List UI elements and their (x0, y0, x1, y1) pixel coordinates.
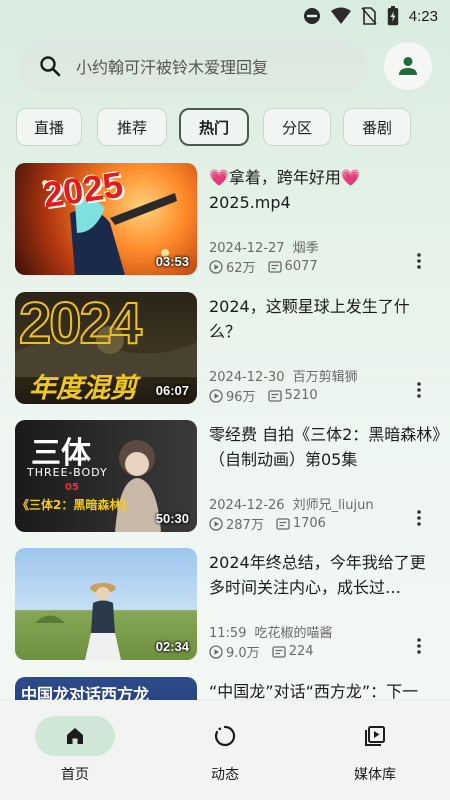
video-date: 2024-12-27 (209, 241, 285, 256)
video-meta: 2024-12-27 烟季 (209, 237, 319, 256)
more-options-icon[interactable] (413, 380, 425, 400)
view-count: 96万 (226, 390, 256, 405)
danmaku-count: 224 (288, 644, 314, 659)
video-thumbnail[interactable]: 中国龙对话西方龙 (15, 677, 197, 700)
danmaku-icon (276, 517, 290, 530)
video-list[interactable]: 2025 03:53 💗拿着，跨年好用💗2025.mp4 2024-12-27 烟… (0, 160, 450, 700)
danmaku-icon (267, 389, 282, 402)
video-item[interactable]: 中国龙对话西方龙 “中国龙”对话“西方龙”：下一 (0, 677, 450, 700)
tab-bangumi[interactable]: 番剧 (343, 108, 411, 146)
tab-live[interactable]: 直播 (16, 108, 82, 146)
nav-media-library-label: 媒体库 (354, 767, 396, 783)
video-stats: 287万 1706 (209, 514, 326, 533)
video-thumbnail[interactable]: 三体 THREE-BODY 05 《三体2：黑暗森林》 50:30 (15, 420, 197, 532)
nav-home-label: 首页 (61, 767, 89, 783)
danmaku-count: 5210 (284, 388, 318, 403)
tab-label: 直播 (33, 118, 64, 137)
video-title[interactable]: 💗拿着，跨年好用💗2025.mp4 (209, 165, 441, 215)
play-count-icon (209, 388, 223, 403)
video-item[interactable]: 2024 年度混剪 06:07 2024，这颗星球上发生了什么？ 2024-12… (0, 292, 450, 407)
nav-home-pill (35, 716, 115, 756)
nav-dynamic[interactable]: 动态 (150, 700, 300, 800)
tab-sections[interactable]: 分区 (263, 108, 331, 146)
video-date: 11:59 (209, 626, 247, 641)
video-item[interactable]: 02:34 2024年终总结，今年我给了更多时间关注内心，成长过… 11:59 吃… (0, 548, 450, 663)
tab-label: 分区 (281, 118, 312, 137)
play-count-icon (209, 644, 223, 659)
video-stats: 9.0万 224 (209, 642, 314, 661)
video-author: 吃花椒的喵酱 (254, 626, 333, 641)
video-item[interactable]: 三体 THREE-BODY 05 《三体2：黑暗森林》 50:30 零经费 自拍… (0, 420, 450, 535)
more-options-icon[interactable] (413, 508, 425, 528)
media-library-icon (365, 726, 385, 746)
video-author: 刘师兄_liujun (292, 498, 374, 513)
profile-button[interactable] (384, 42, 432, 90)
view-count: 62万 (226, 261, 256, 276)
video-thumbnail[interactable]: 2025 03:53 (15, 163, 197, 275)
person-icon (399, 57, 417, 75)
tab-popular[interactable]: 热门 (179, 108, 249, 146)
view-count: 287万 (226, 518, 264, 533)
video-item[interactable]: 2025 03:53 💗拿着，跨年好用💗2025.mp4 2024-12-27 烟… (0, 163, 450, 278)
video-meta: 11:59 吃花椒的喵酱 (209, 622, 332, 641)
search-icon (40, 56, 61, 77)
thumbnail-subtitle: 《三体2：黑暗森林》 (17, 498, 134, 512)
bottom-navigation: 首页 动态 媒体库 (0, 700, 450, 800)
nav-media-library-pill (335, 716, 415, 756)
video-title[interactable]: 2024，这颗星球上发生了什么？ (209, 294, 441, 344)
nav-home[interactable]: 首页 (0, 700, 150, 800)
video-date: 2024-12-26 (209, 498, 285, 513)
status-time: 4:23 (408, 7, 438, 25)
tab-label: 热门 (198, 118, 229, 137)
danmaku-count: 1706 (292, 516, 326, 531)
thumbnail-text: 2024 (18, 292, 143, 357)
no-sim-icon (361, 7, 377, 25)
tab-recommended[interactable]: 推荐 (97, 108, 167, 146)
video-author: 百万剪辑狮 (292, 370, 358, 385)
video-thumbnail[interactable]: 2024 年度混剪 06:07 (15, 292, 197, 404)
nav-media-library[interactable]: 媒体库 (300, 700, 450, 800)
do-not-disturb-icon (303, 8, 320, 24)
video-title[interactable]: “中国龙”对话“西方龙”：下一 (209, 679, 441, 700)
home-icon (67, 728, 83, 744)
battery-charging-icon (387, 6, 398, 26)
video-stats: 96万 5210 (209, 386, 318, 405)
search-bar[interactable]: 小约翰可汗被铃木爱理回复 (18, 40, 368, 92)
video-duration: 06:07 (155, 383, 189, 398)
video-title[interactable]: 2024年终总结，今年我给了更多时间关注内心，成长过… (209, 550, 441, 600)
thumbnail-episode: 05 (65, 482, 79, 493)
view-count: 9.0万 (226, 646, 260, 661)
more-options-icon[interactable] (413, 636, 425, 656)
wifi-icon (330, 7, 351, 24)
video-duration: 02:34 (155, 639, 189, 654)
danmaku-count: 6077 (284, 259, 318, 274)
thumbnail-english: THREE-BODY (27, 466, 108, 479)
video-date: 2024-12-30 (209, 370, 285, 385)
more-options-icon[interactable] (413, 251, 425, 271)
dynamic-icon (214, 725, 236, 747)
danmaku-icon (267, 260, 282, 273)
tab-label: 推荐 (116, 118, 147, 137)
nav-dynamic-pill (185, 716, 265, 756)
video-title[interactable]: 零经费 自拍《三体2：黑暗森林》（自制动画）第05集 (209, 422, 441, 472)
play-count-icon (209, 259, 223, 274)
status-bar: 4:23 (0, 0, 450, 32)
danmaku-icon (272, 645, 286, 658)
thumbnail-text: 中国龙对话西方龙 (21, 685, 150, 700)
video-meta: 2024-12-26 刘师兄_liujun (209, 494, 374, 513)
nav-dynamic-label: 动态 (211, 767, 239, 783)
search-placeholder: 小约翰可汗被铃木爱理回复 (76, 58, 269, 77)
play-count-icon (209, 516, 223, 531)
tab-label: 番剧 (361, 118, 392, 137)
video-thumbnail[interactable]: 02:34 (15, 548, 197, 660)
video-duration: 50:30 (155, 511, 189, 526)
video-stats: 62万 6077 (209, 257, 318, 276)
video-meta: 2024-12-30 百万剪辑狮 (209, 366, 358, 385)
thumbnail-subtitle: 年度混剪 (29, 373, 137, 404)
video-duration: 03:53 (155, 254, 189, 269)
video-author: 烟季 (292, 241, 319, 256)
